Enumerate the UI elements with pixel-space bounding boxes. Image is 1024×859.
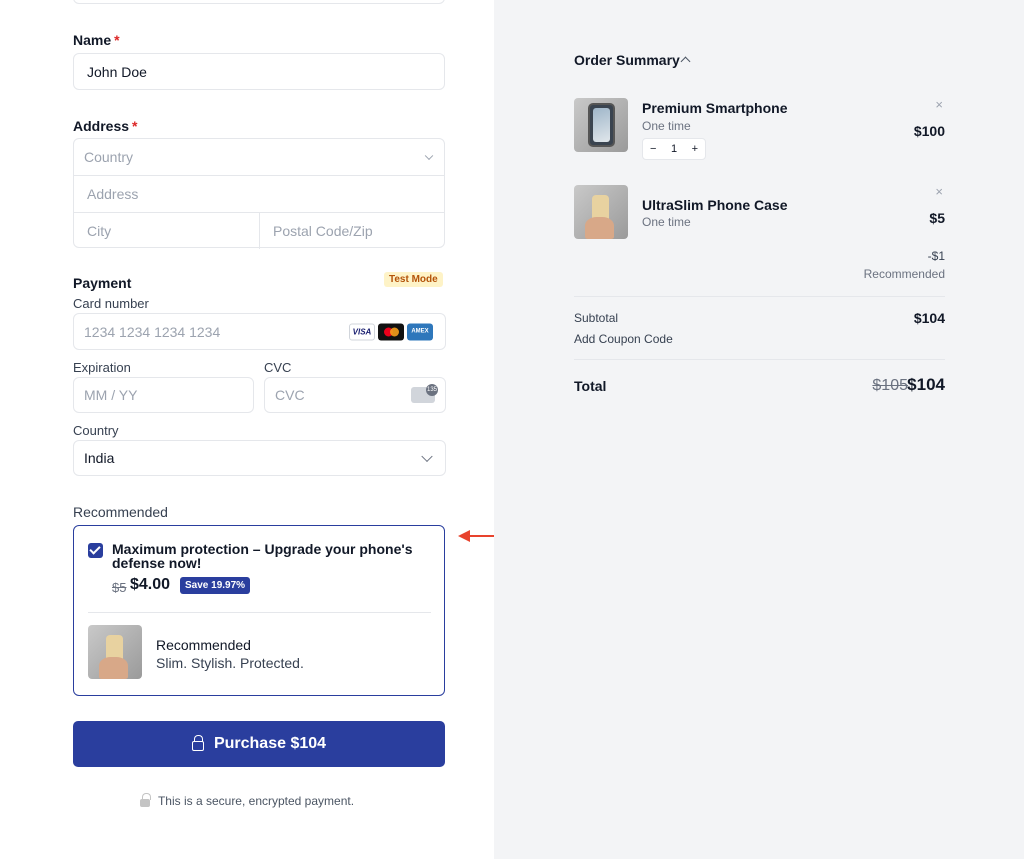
item-frequency: One time bbox=[642, 215, 691, 229]
subtotal-label: Subtotal bbox=[574, 311, 619, 325]
order-summary-panel: Order Summary Premium Smartphone One tim… bbox=[494, 0, 1024, 859]
postal-code-input[interactable]: Postal Code/Zip bbox=[260, 213, 445, 249]
required-mark: * bbox=[132, 118, 138, 134]
checkout-form-panel: Name * John Doe Address * Country Address … bbox=[0, 0, 494, 859]
remove-item-icon[interactable]: × bbox=[935, 184, 943, 199]
address-group: Country Address City Postal Code/Zip bbox=[73, 138, 445, 249]
chevron-up-icon[interactable] bbox=[680, 56, 691, 67]
total-old-price: $105 bbox=[872, 377, 908, 394]
card-brand-icons: VISA AMEX bbox=[349, 323, 433, 340]
item-name: UltraSlim Phone Case bbox=[642, 197, 788, 213]
remove-item-icon[interactable]: × bbox=[935, 97, 943, 112]
required-mark: * bbox=[114, 32, 120, 48]
payment-country-value: India bbox=[84, 450, 115, 466]
address-country-placeholder: Country bbox=[84, 149, 134, 165]
upsell-save-badge: Save 19.97% bbox=[180, 577, 251, 594]
upsell-product-desc: Slim. Stylish. Protected. bbox=[156, 655, 304, 671]
expiration-input[interactable]: MM / YY bbox=[73, 377, 254, 413]
visa-icon: VISA bbox=[349, 323, 375, 340]
purchase-button[interactable]: Purchase $104 bbox=[73, 721, 445, 767]
order-summary-title[interactable]: Order Summary bbox=[574, 52, 680, 68]
add-coupon-link[interactable]: Add Coupon Code bbox=[574, 332, 673, 346]
quantity-value: 1 bbox=[670, 143, 678, 155]
recommended-section-label: Recommended bbox=[73, 504, 168, 520]
city-placeholder: City bbox=[87, 223, 112, 239]
expiration-placeholder: MM / YY bbox=[84, 387, 138, 403]
city-postal-row: City Postal Code/Zip bbox=[74, 213, 444, 249]
item-price: $5 bbox=[929, 210, 945, 226]
lock-icon bbox=[139, 793, 151, 807]
divider bbox=[574, 296, 945, 297]
decrement-button[interactable]: − bbox=[650, 143, 656, 155]
name-label: Name * bbox=[73, 32, 120, 48]
address-country-select[interactable]: Country bbox=[74, 139, 444, 175]
item-name: Premium Smartphone bbox=[642, 100, 788, 116]
divider bbox=[88, 612, 431, 613]
upsell-product-name: Recommended bbox=[156, 637, 251, 653]
lock-icon bbox=[191, 735, 204, 751]
recommended-upsell-card[interactable]: Maximum protection – Upgrade your phone'… bbox=[73, 525, 445, 696]
upsell-checkbox[interactable] bbox=[88, 543, 103, 558]
item-image-smartphone bbox=[574, 98, 628, 152]
payment-label: Payment bbox=[73, 275, 132, 291]
item-image-phone-case bbox=[574, 185, 628, 239]
item-price: $100 bbox=[913, 123, 945, 139]
payment-country-label: Country bbox=[73, 423, 119, 438]
quantity-stepper[interactable]: − 1 + bbox=[642, 138, 706, 160]
address-input[interactable]: Address bbox=[74, 176, 444, 212]
chevron-down-icon bbox=[421, 450, 433, 463]
item-discount-label: Recommended bbox=[863, 267, 945, 281]
upsell-title: Maximum protection – Upgrade your phone'… bbox=[112, 541, 413, 571]
payment-country-select[interactable]: India bbox=[73, 440, 446, 476]
secure-payment-note: This is a secure, encrypted payment. bbox=[0, 793, 494, 808]
postal-code-placeholder: Postal Code/Zip bbox=[273, 223, 373, 239]
divider bbox=[574, 359, 945, 360]
cvc-card-icon: 135 bbox=[411, 384, 438, 403]
card-number-input[interactable]: 1234 1234 1234 1234 VISA AMEX bbox=[73, 313, 446, 350]
subtotal-value: $104 bbox=[913, 310, 945, 326]
cvc-input[interactable]: CVC 135 bbox=[264, 377, 446, 413]
upsell-new-price: $4.00 bbox=[130, 576, 171, 593]
cvc-placeholder: CVC bbox=[275, 387, 305, 403]
total-label: Total bbox=[574, 378, 607, 394]
item-discount: -$1 bbox=[927, 249, 945, 263]
item-frequency: One time bbox=[642, 119, 691, 133]
purchase-button-label: Purchase $104 bbox=[213, 735, 327, 752]
mastercard-icon bbox=[378, 323, 404, 340]
upsell-old-price: $5 bbox=[112, 580, 127, 595]
expiration-label: Expiration bbox=[73, 360, 131, 375]
name-input-value: John Doe bbox=[87, 63, 147, 80]
total-new-price: $104 bbox=[907, 375, 945, 394]
card-number-placeholder: 1234 1234 1234 1234 bbox=[84, 323, 221, 340]
increment-button[interactable]: + bbox=[692, 143, 698, 155]
previous-field-edge bbox=[73, 0, 445, 4]
card-number-label: Card number bbox=[73, 296, 149, 311]
secure-payment-text: This is a secure, encrypted payment. bbox=[157, 794, 355, 808]
name-input[interactable]: John Doe bbox=[73, 53, 445, 90]
cvc-label: CVC bbox=[264, 360, 292, 375]
upsell-product-image bbox=[88, 625, 142, 679]
address-placeholder: Address bbox=[87, 186, 139, 202]
test-mode-badge: Test Mode bbox=[384, 272, 443, 287]
amex-icon: AMEX bbox=[407, 323, 433, 340]
address-label: Address * bbox=[73, 118, 138, 134]
city-input[interactable]: City bbox=[74, 213, 259, 249]
